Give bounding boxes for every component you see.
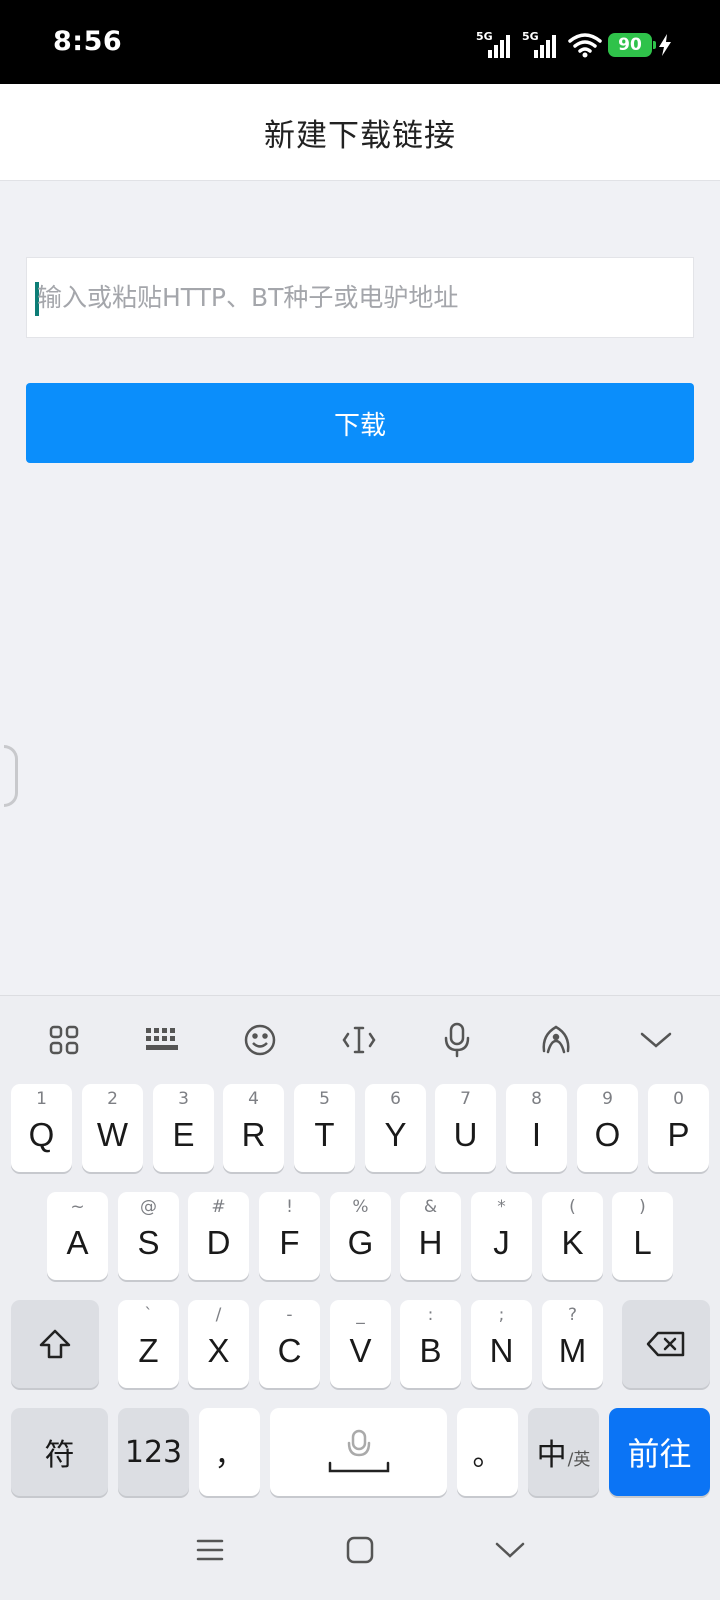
shift-icon	[39, 1329, 71, 1359]
key-s[interactable]: @ S	[118, 1192, 179, 1280]
key-o[interactable]: 9O	[577, 1084, 638, 1172]
key-d[interactable]: # D	[188, 1192, 249, 1280]
key-h[interactable]: & H	[400, 1192, 461, 1280]
symbols-key[interactable]: 符	[11, 1408, 108, 1496]
back-icon[interactable]	[488, 1528, 532, 1572]
key-k[interactable]: (K	[542, 1192, 603, 1280]
cellular-signal-icon-2: 5G	[522, 30, 562, 58]
key-e[interactable]: 3E	[153, 1084, 214, 1172]
space-key[interactable]	[270, 1408, 447, 1496]
period-key[interactable]: 。	[457, 1408, 518, 1496]
url-input[interactable]	[37, 258, 687, 337]
key-q[interactable]: 1Q	[11, 1084, 72, 1172]
handwriting-icon[interactable]	[532, 1016, 580, 1064]
home-icon[interactable]	[338, 1528, 382, 1572]
keyboard-icon[interactable]	[138, 1016, 186, 1064]
key-f[interactable]: ! F	[259, 1192, 320, 1280]
key-t[interactable]: 5T	[294, 1084, 355, 1172]
key-n[interactable]: ; N	[471, 1300, 532, 1388]
key-y[interactable]: 6Y	[365, 1084, 426, 1172]
backspace-icon	[646, 1331, 685, 1357]
charging-icon	[659, 34, 671, 56]
grid-icon[interactable]	[40, 1016, 88, 1064]
status-icons: 5G 5G 90	[476, 30, 672, 60]
cellular-signal-icon: 5G	[476, 30, 516, 58]
key-v[interactable]: _ V	[330, 1300, 391, 1388]
key-w[interactable]: 2W	[82, 1084, 143, 1172]
status-bar: 8:56 5G 5G 90	[0, 0, 720, 84]
key-g[interactable]: % G	[330, 1192, 391, 1280]
key-m[interactable]: ? M	[542, 1300, 603, 1388]
numbers-key[interactable]: 123	[118, 1408, 189, 1496]
page-title: 新建下载链接	[264, 117, 456, 154]
language-switch-key[interactable]: 中/英	[528, 1408, 599, 1496]
key-z[interactable]: ` Z	[118, 1300, 179, 1388]
battery-icon: 90	[608, 33, 656, 57]
key-j[interactable]: * J	[471, 1192, 532, 1280]
shift-key[interactable]	[11, 1300, 99, 1388]
key-b[interactable]: :B	[400, 1300, 461, 1388]
wifi-icon	[568, 33, 602, 58]
microphone-icon[interactable]	[433, 1016, 481, 1064]
menu-icon[interactable]	[188, 1528, 232, 1572]
header: 新建下载链接	[0, 84, 720, 181]
status-time: 8:56	[53, 26, 123, 57]
emoji-icon[interactable]	[236, 1016, 284, 1064]
navigation-bar	[0, 1500, 720, 1600]
go-key[interactable]: 前往	[609, 1408, 710, 1496]
comma-key[interactable]: ，	[199, 1408, 260, 1496]
keyboard-toolbar	[0, 996, 720, 1084]
key-x[interactable]: / X	[188, 1300, 249, 1388]
key-c[interactable]: -C	[259, 1300, 320, 1388]
text-cursor-icon[interactable]	[335, 1016, 383, 1064]
url-input-container[interactable]	[26, 257, 694, 338]
key-l[interactable]: ) L	[612, 1192, 673, 1280]
chevron-down-icon[interactable]	[632, 1016, 680, 1064]
key-p[interactable]: 0P	[648, 1084, 709, 1172]
key-i[interactable]: 8I	[506, 1084, 567, 1172]
key-u[interactable]: 7U	[435, 1084, 496, 1172]
backspace-key[interactable]	[622, 1300, 710, 1388]
download-button[interactable]: 下载	[26, 383, 694, 463]
key-r[interactable]: 4R	[223, 1084, 284, 1172]
key-a[interactable]: ~ A	[47, 1192, 108, 1280]
edge-swipe-handle[interactable]	[4, 745, 18, 807]
space-mic-icon	[328, 1429, 389, 1473]
